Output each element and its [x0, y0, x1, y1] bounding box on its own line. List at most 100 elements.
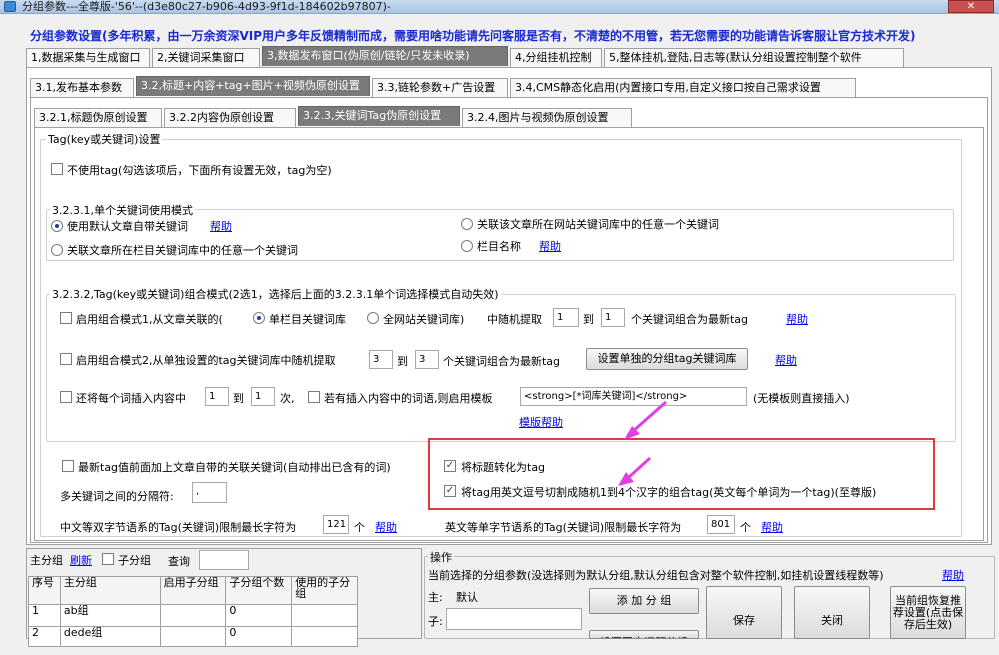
separator-input[interactable]: , [192, 482, 227, 503]
combo-mode2-label: 启用组合模式2,从单独设置的tag关键词库中随机提取 [76, 354, 336, 367]
group-refresh-link[interactable]: 刷新 [70, 552, 92, 568]
radio-column-name-label: 栏目名称 [477, 240, 521, 253]
cn-limit-label: 中文等双字节语系的Tag(关键词)限制最长字符为 [60, 521, 297, 534]
sub-group-checkbox[interactable] [102, 553, 114, 565]
cn-limit-input[interactable]: 121 [323, 515, 349, 534]
cell-index: 1 [28, 604, 61, 627]
radio-whole-site-lib[interactable] [367, 312, 379, 324]
combo-mode1-to-input[interactable]: 1 [601, 308, 625, 327]
template-tail-label: (无模板则直接插入) [753, 392, 850, 405]
close-panel-button[interactable]: 关闭 [794, 586, 870, 639]
tab-cms-static[interactable]: 3.4,CMS静态化启用(内置接口专用,自定义接口按自己需求设置 [510, 78, 856, 97]
annotation-arrows [618, 400, 667, 486]
no-tag-checkbox[interactable] [51, 163, 63, 175]
save-button[interactable]: 保存 [706, 586, 782, 639]
combo-mode1-label: 启用组合模式1,从文章关联的( [76, 313, 223, 326]
cell-used-sub [291, 626, 358, 647]
radio-single-column-lib[interactable] [253, 312, 265, 324]
tab-content-pseudo[interactable]: 3.2.2内容伪原创设置 [164, 108, 296, 127]
app-icon [4, 1, 16, 12]
tab-pseudo-original[interactable]: 3.2,标题+内容+tag+图片+视频伪原创设置 [136, 76, 370, 96]
ops-main-value: 默认 [456, 591, 478, 604]
cell-sub-count: 0 [225, 626, 293, 647]
ops-title: 操作 [428, 549, 454, 565]
radio-site-keyword-label: 关联该文章所在网站关键词库中的任意一个关键词 [477, 218, 719, 231]
prepend-keyword-label: 最新tag值前面加上文章自带的关联关键词(自动排出已含有的词) [78, 461, 391, 474]
ops-sub-label: 子: [428, 615, 443, 628]
combo-mode1-help-link[interactable]: 帮助 [786, 311, 808, 327]
combo-mode1-to-label: 到 [583, 313, 594, 326]
add-group-button[interactable]: 添 加 分 组 [589, 588, 699, 614]
tab-link-wheel[interactable]: 3.3,链轮参数+广告设置 [372, 78, 508, 97]
tab-data-publish[interactable]: 3,数据发布窗口(伪原创/链轮/只发未收录) [262, 46, 508, 66]
query-label: 查询 [168, 555, 190, 568]
insert-to-label: 到 [233, 392, 244, 405]
ops-main-label: 主: [428, 591, 443, 604]
radio-site-keyword[interactable] [461, 218, 473, 230]
annotation-arrow-1 [631, 400, 667, 434]
tab-group-control[interactable]: 4,分组挂机控制 [510, 48, 602, 67]
col-index: 序号 [28, 576, 61, 605]
col-sub-count: 子分组个数 [225, 576, 293, 605]
set-group-tag-lib-button[interactable]: 设置单独的分组tag关键词库 [586, 348, 748, 370]
col-used-sub: 使用的子分组 [291, 576, 358, 605]
combo-mode2-help-link[interactable]: 帮助 [775, 352, 797, 368]
column-name-help-link[interactable]: 帮助 [539, 238, 561, 254]
query-input[interactable] [199, 550, 249, 570]
tab-keyword-tag-pseudo[interactable]: 3.2.3,关键词Tag伪原创设置 [298, 106, 460, 126]
title-to-tag-checkbox[interactable]: ✓ [444, 460, 456, 472]
template-help-link[interactable]: 模版帮助 [519, 414, 563, 430]
ops-sub-input[interactable] [446, 608, 582, 630]
insert-from-input[interactable]: 1 [205, 387, 229, 406]
cell-enable-sub[interactable] [159, 604, 227, 627]
combo-mode2-checkbox[interactable] [60, 353, 72, 365]
radio-whole-site-lib-label: 全网站关键词库) [383, 313, 465, 326]
sub-group-label: 子分组 [118, 554, 151, 567]
combo-mode-title: 3.2.3.2,Tag(key或关键词)组合模式(2选1，选择后上面的3.2.3… [50, 286, 501, 302]
title-to-tag-label: 将标题转化为tag [461, 461, 546, 474]
en-limit-help-link[interactable]: 帮助 [761, 519, 783, 535]
radio-column-keyword-label: 关联文章所在栏目关键词库中的任意一个关键词 [67, 244, 298, 257]
insert-to-input[interactable]: 1 [251, 387, 275, 406]
radio-column-keyword[interactable] [51, 244, 63, 256]
close-button[interactable]: ✕ [948, 0, 994, 13]
prepend-keyword-checkbox[interactable] [62, 460, 74, 472]
cell-main-group: ab组 [59, 604, 161, 627]
tab-data-collect[interactable]: 1,数据采集与生成窗口 [26, 48, 150, 67]
en-limit-unit: 个 [740, 521, 751, 534]
tab-title-pseudo[interactable]: 3.2.1,标题伪原创设置 [34, 108, 162, 127]
combo-mode1-from-input[interactable]: 1 [553, 308, 579, 327]
template-checkbox[interactable] [308, 391, 320, 403]
radio-default-keyword[interactable] [51, 220, 63, 232]
en-limit-input[interactable]: 801 [707, 515, 735, 534]
combo-mode1-tail-label: 个关键词组合为最新tag [631, 313, 749, 326]
tag-groupbox-title: Tag(key或关键词)设置 [46, 131, 163, 147]
cn-limit-help-link[interactable]: 帮助 [375, 519, 397, 535]
separator-label: 多关键词之间的分隔符: [60, 490, 174, 503]
combo-mode2-to-input[interactable]: 3 [415, 350, 439, 369]
insert-content-checkbox[interactable] [60, 391, 72, 403]
no-tag-label: 不使用tag(勾选该项后，下面所有设置无效，tag为空) [67, 164, 332, 177]
table-row[interactable]: 1 ab组 0 [28, 604, 358, 627]
tab-keyword-collect[interactable]: 2,关键词采集窗口 [152, 48, 260, 67]
combo-mode2-tail-label: 个关键词组合为最新tag [443, 355, 561, 368]
single-mode-help-link[interactable]: 帮助 [210, 218, 232, 234]
table-row[interactable]: 2 dede组 0 [28, 626, 358, 647]
restore-recommend-button[interactable]: 当前组恢复推荐设置(点击保存后生效) [890, 586, 966, 639]
sync-group-button[interactable]: 设置同步问题分组 [589, 630, 699, 639]
split-tag-checkbox[interactable]: ✓ [444, 485, 456, 497]
tab-publish-basic[interactable]: 3.1,发布基本参数 [30, 78, 134, 97]
tab-image-video-pseudo[interactable]: 3.2.4,图片与视频伪原创设置 [462, 108, 632, 127]
combo-mode1-checkbox[interactable] [60, 312, 72, 324]
cell-used-sub [291, 604, 358, 627]
group-panel-title: 主分组 [30, 554, 63, 567]
radio-column-name[interactable] [461, 240, 473, 252]
ops-help-link[interactable]: 帮助 [942, 567, 964, 583]
combo-mode2-from-input[interactable]: 3 [369, 350, 393, 369]
cell-enable-sub[interactable] [159, 626, 227, 647]
cell-main-group: dede组 [59, 626, 161, 647]
col-main-group: 主分组 [59, 576, 161, 605]
insert-content-label: 还将每个词插入内容中 [76, 392, 186, 405]
tab-global-settings[interactable]: 5,整体挂机,登陆,日志等(默认分组设置控制整个软件 [604, 48, 904, 67]
cell-index: 2 [28, 626, 61, 647]
